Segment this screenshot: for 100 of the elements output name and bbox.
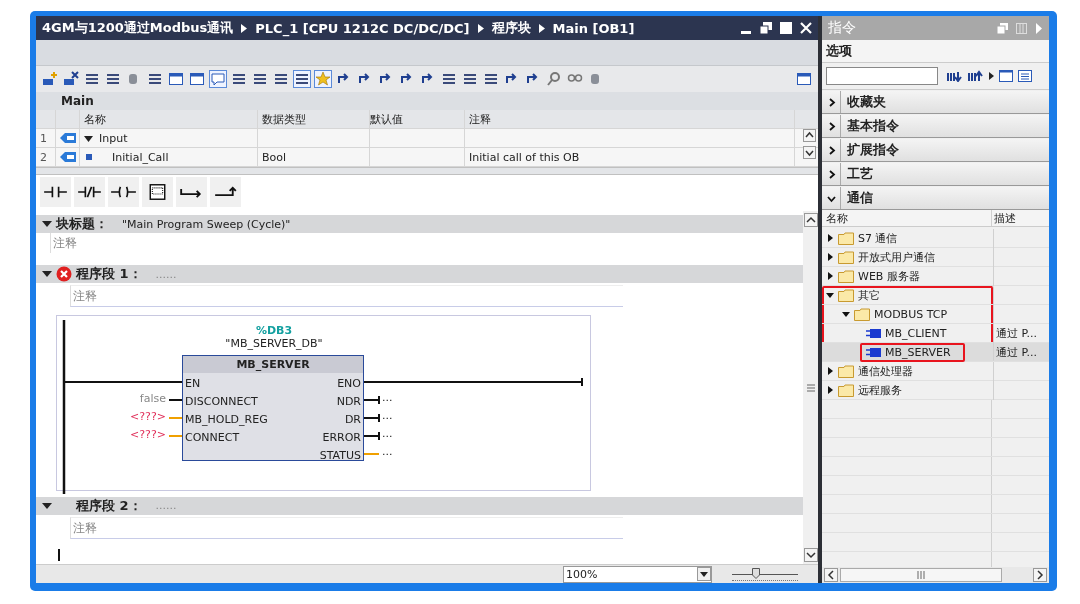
delete-row-icon[interactable] — [63, 71, 79, 87]
list-icon[interactable] — [273, 71, 289, 87]
expand-triangle-icon[interactable] — [826, 291, 834, 299]
star-icon[interactable] — [315, 71, 331, 87]
column-header[interactable]: 名称 — [822, 210, 992, 226]
scroll-right-icon[interactable] — [1033, 568, 1047, 582]
function-block-icon — [866, 347, 881, 357]
scroll-up-icon[interactable] — [803, 129, 816, 142]
breadcrumb-item[interactable]: Main [OB1] — [552, 20, 635, 36]
collapse-triangle-icon[interactable] — [42, 500, 52, 511]
expand-triangle-icon[interactable] — [826, 272, 834, 280]
tree-item[interactable]: WEB 服务器 — [822, 267, 992, 285]
breadcrumb-item[interactable]: 程序块 — [491, 19, 531, 37]
category-header[interactable]: 通信 — [822, 187, 1049, 210]
list-icon[interactable] — [147, 71, 163, 87]
contact-icon[interactable] — [40, 177, 71, 207]
comment-field[interactable]: 注释 — [70, 285, 623, 308]
magnifier-icon[interactable] — [546, 71, 562, 87]
expand-triangle-icon[interactable] — [826, 386, 834, 394]
scrollbar-grip-icon[interactable] — [916, 571, 926, 579]
window-icon[interactable] — [189, 71, 205, 87]
comment-field[interactable]: 注释 — [70, 516, 623, 539]
scroll-left-icon[interactable] — [824, 568, 838, 582]
function-block[interactable]: MB_SERVER EN DISCONNECT MB_HOLD_REG CONNECT ENO NDR DR ERROR STATUS — [182, 355, 364, 462]
restore-icon[interactable] — [760, 22, 772, 34]
expand-triangle-icon[interactable] — [826, 234, 834, 242]
scroll-down-icon[interactable] — [803, 146, 816, 159]
close-icon[interactable] — [800, 22, 812, 34]
negated-contact-icon[interactable] — [74, 177, 105, 207]
breadcrumb-item[interactable]: 4GM与1200通过Modbus通讯 — [42, 19, 234, 37]
category-header[interactable]: 工艺 — [822, 163, 1049, 186]
scrollbar-thumb[interactable] — [840, 568, 1002, 582]
empty-box-icon[interactable] — [142, 177, 173, 207]
category-header[interactable]: 扩展指令 — [822, 139, 1049, 162]
category-header[interactable]: 基本指令 — [822, 115, 1049, 138]
window-icon[interactable] — [796, 71, 812, 87]
expand-triangle-icon[interactable] — [842, 310, 850, 318]
comment-text[interactable]: Initial call of this OB — [469, 150, 580, 164]
breadcrumb-item[interactable]: PLC_1 [CPU 1212C DC/DC/DC] — [255, 20, 470, 36]
data-type[interactable]: Bool — [262, 150, 287, 164]
speech-bubble-icon[interactable] — [210, 71, 226, 87]
expand-triangle-icon[interactable] — [826, 367, 834, 375]
window-icon[interactable] — [999, 70, 1013, 82]
variable-name[interactable]: Input — [99, 131, 128, 145]
coil-icon[interactable] — [108, 177, 139, 207]
tree-item[interactable]: 通信处理器 — [822, 362, 992, 380]
column-header[interactable]: 名称 — [80, 110, 258, 128]
scroll-up-icon[interactable] — [803, 213, 818, 227]
zoom-dropdown[interactable]: 100% — [563, 565, 712, 583]
list-icon[interactable] — [462, 71, 478, 87]
small-arrow-icon[interactable] — [989, 72, 994, 80]
window-icon[interactable] — [168, 71, 184, 87]
operand-value[interactable]: ... — [382, 391, 393, 405]
row-number: 2 — [36, 148, 56, 166]
column-header[interactable]: 默认值 — [370, 110, 465, 128]
list-icon[interactable] — [252, 71, 268, 87]
instruction-item[interactable]: MB_SERVER — [860, 342, 965, 362]
collapse-triangle-icon[interactable] — [84, 133, 93, 143]
search-field[interactable] — [826, 67, 938, 85]
tree-item[interactable]: 远程服务 — [822, 381, 992, 399]
folder-icon — [854, 307, 870, 321]
list-icon[interactable] — [441, 71, 457, 87]
breadcrumb-arrow-icon — [538, 23, 545, 33]
panel-title: 指令 — [828, 19, 856, 37]
block-title-value[interactable]: "Main Program Sweep (Cycle)" — [122, 217, 291, 231]
list-icon[interactable] — [294, 71, 310, 87]
tree-item[interactable]: S7 通信 — [822, 229, 992, 247]
column-header[interactable]: 数据类型 — [258, 110, 370, 128]
input-pin: EN — [185, 376, 202, 393]
operand-value[interactable]: false — [139, 392, 166, 406]
list-icon[interactable] — [483, 71, 499, 87]
breadcrumb-arrow-icon — [241, 23, 248, 33]
operand-value[interactable]: ... — [382, 445, 393, 459]
operand-value[interactable]: ... — [382, 409, 393, 423]
column-header[interactable]: 描述 — [992, 210, 1049, 226]
table-icon[interactable] — [1018, 70, 1032, 82]
category-header[interactable]: 收藏夹 — [822, 91, 1049, 114]
options-label: 选项 — [822, 40, 1049, 63]
scroll-down-icon[interactable] — [803, 548, 818, 562]
instruction-item[interactable]: MB_CLIENT — [860, 323, 961, 343]
branch-close-icon[interactable] — [210, 177, 241, 207]
list-icon[interactable] — [105, 71, 121, 87]
operand-value[interactable]: <???> — [130, 410, 166, 424]
expand-triangle-icon[interactable] — [826, 253, 834, 261]
sort-down-icon[interactable] — [947, 70, 963, 82]
operand-value[interactable]: <???> — [130, 428, 166, 442]
tree-item[interactable]: 其它 — [822, 286, 992, 304]
tree-item[interactable]: MODBUS TCP — [822, 305, 992, 323]
branch-open-icon[interactable] — [176, 177, 207, 207]
output-pin: STATUS — [319, 448, 361, 465]
operand-value[interactable]: ... — [382, 427, 393, 441]
slider-thumb[interactable] — [752, 567, 761, 579]
insert-row-icon[interactable] — [42, 71, 58, 87]
sort-up-icon[interactable] — [968, 70, 984, 82]
tree-item[interactable]: 开放式用户通信 — [822, 248, 992, 266]
list-icon[interactable] — [231, 71, 247, 87]
instance-name[interactable]: "MB_SERVER_DB" — [183, 337, 365, 351]
variable-name[interactable]: Initial_Call — [112, 150, 169, 164]
column-header[interactable]: 注释 — [465, 110, 795, 128]
list-icon[interactable] — [84, 71, 100, 87]
